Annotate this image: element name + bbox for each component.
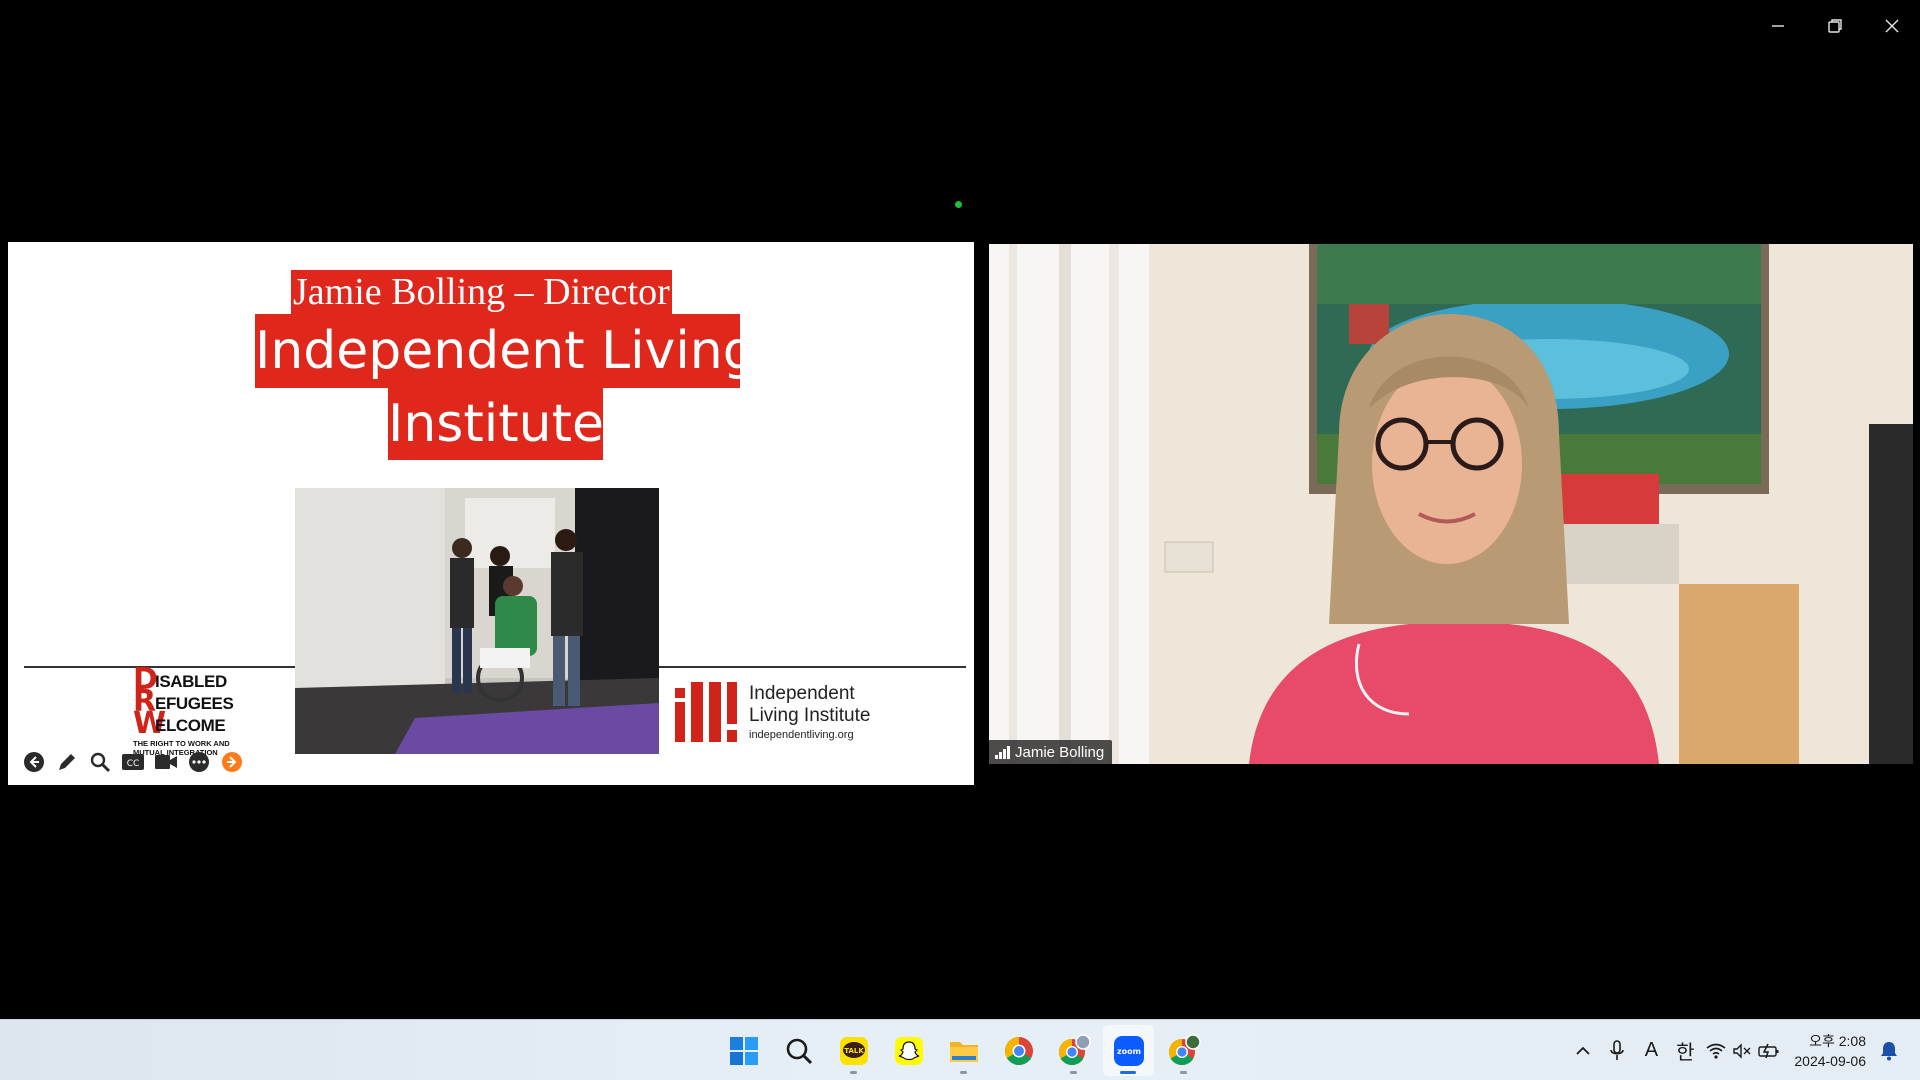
participant-video-frame [989,244,1913,764]
back-arrow-icon [23,752,44,772]
shared-screen[interactable]: Jamie Bolling – Director Independent Liv… [8,189,974,816]
next-slide-button[interactable] [218,749,245,776]
notifications-button[interactable] [1872,1031,1906,1071]
drw-rest-1: ISABLED [155,672,227,691]
ili-mark-icon [675,682,737,742]
close-icon [1885,19,1898,33]
speaker-muted-icon [1733,1042,1751,1059]
system-tray: A 한 오후 2:08 2024-09-06 [1566,1020,1920,1080]
zoom-slide-button[interactable] [86,749,113,776]
pen-icon [58,754,75,770]
ime-letter: A [1644,1039,1659,1061]
snapchat-icon [894,1036,923,1065]
microphone-icon [1610,1039,1625,1060]
slide-presenter-line: Jamie Bolling – Director [291,270,672,315]
running-indicator [1120,1071,1136,1074]
running-indicator [1070,1071,1077,1074]
close-button[interactable] [1863,0,1920,52]
folder-icon [949,1041,978,1062]
participant-video[interactable]: Jamie Bolling [989,244,1913,764]
ili-name-line-2: Living Institute [749,705,871,726]
clock-date: 2024-09-06 [1794,1052,1866,1069]
search-icon [786,1038,812,1064]
zoom-button[interactable]: zoom [1103,1025,1154,1076]
captions-icon: CC [121,754,144,770]
restore-button[interactable] [1806,0,1863,52]
sharing-indicator-dot [955,201,962,208]
slide-title-line-2: Institute [388,388,604,460]
chrome-profile-2-button[interactable] [1158,1025,1209,1076]
camera-icon [154,755,177,769]
next-arrow-icon [221,752,242,772]
minimize-icon [1771,25,1784,27]
ime-language: 한 [1676,1042,1695,1064]
more-icon [188,752,209,772]
snapchat-button[interactable] [883,1025,934,1076]
slideshow-toolbar: CC [20,748,245,776]
presentation-slide: Jamie Bolling – Director Independent Liv… [8,242,974,785]
captions-button[interactable]: CC [119,749,146,776]
chrome-profile-icon [1058,1033,1091,1065]
ili-name-line-1: Independent [749,683,855,704]
participant-name-tag: Jamie Bolling [989,740,1113,764]
slide-title-line-1: Independent Living [255,314,756,388]
zoom-meeting-window: Jamie Bolling – Director Independent Liv… [0,0,1920,1080]
chrome-button[interactable] [993,1025,1044,1076]
minimize-button[interactable] [1749,0,1806,52]
drw-rest-3: ELCOME [155,716,226,735]
drw-cap-w: W [133,706,167,741]
chrome-icon [1004,1036,1033,1065]
taskbar-apps: TALK zoom [718,1020,1209,1080]
clock-time: 오후 2:08 [1809,1032,1866,1049]
chrome-profile-2-icon [1168,1033,1201,1065]
camera-button[interactable] [152,749,179,776]
ime-mode-button[interactable]: A [1634,1031,1668,1071]
kakaotalk-icon: TALK [839,1036,868,1065]
drw-rest-2: EFUGEES [155,694,234,713]
windows-taskbar: TALK zoom A 한 오후 2:08 2024-09-06 [0,1019,1920,1080]
zoom-icon: zoom [1113,1035,1144,1066]
running-indicator [1180,1071,1187,1074]
search-button[interactable] [773,1025,824,1076]
running-indicator [960,1071,967,1074]
pen-button[interactable] [53,749,80,776]
wifi-icon [1706,1043,1726,1059]
svg-text:CC: CC [126,759,139,769]
restore-icon [1827,19,1842,33]
windows-start-icon [729,1036,758,1065]
more-options-button[interactable] [185,749,212,776]
group-photo [295,488,659,754]
signal-strength-icon [995,745,1010,759]
participant-name: Jamie Bolling [1015,743,1105,761]
zoom-label: zoom [1117,1047,1141,1056]
chevron-up-icon [1576,1046,1591,1055]
bell-icon [1881,1041,1897,1060]
battery-charging-icon [1758,1043,1779,1058]
running-indicator [850,1071,857,1074]
kakaotalk-button[interactable]: TALK [828,1025,879,1076]
chrome-profile-button[interactable] [1048,1025,1099,1076]
start-button[interactable] [718,1025,769,1076]
file-explorer-button[interactable] [938,1025,989,1076]
previous-slide-button[interactable] [20,749,47,776]
kakaotalk-label: TALK [844,1047,864,1055]
show-hidden-icons-button[interactable] [1566,1031,1600,1071]
network-button[interactable] [1702,1031,1784,1071]
ili-url: independentliving.org [749,729,854,741]
clock[interactable]: 오후 2:08 2024-09-06 [1784,1031,1872,1071]
zoom-icon [90,752,110,773]
microphone-button[interactable] [1600,1031,1634,1071]
window-controls [1749,0,1920,52]
independent-living-institute-logo: Independent Living Institute independent… [673,681,870,745]
ime-language-button[interactable]: 한 [1668,1031,1702,1071]
